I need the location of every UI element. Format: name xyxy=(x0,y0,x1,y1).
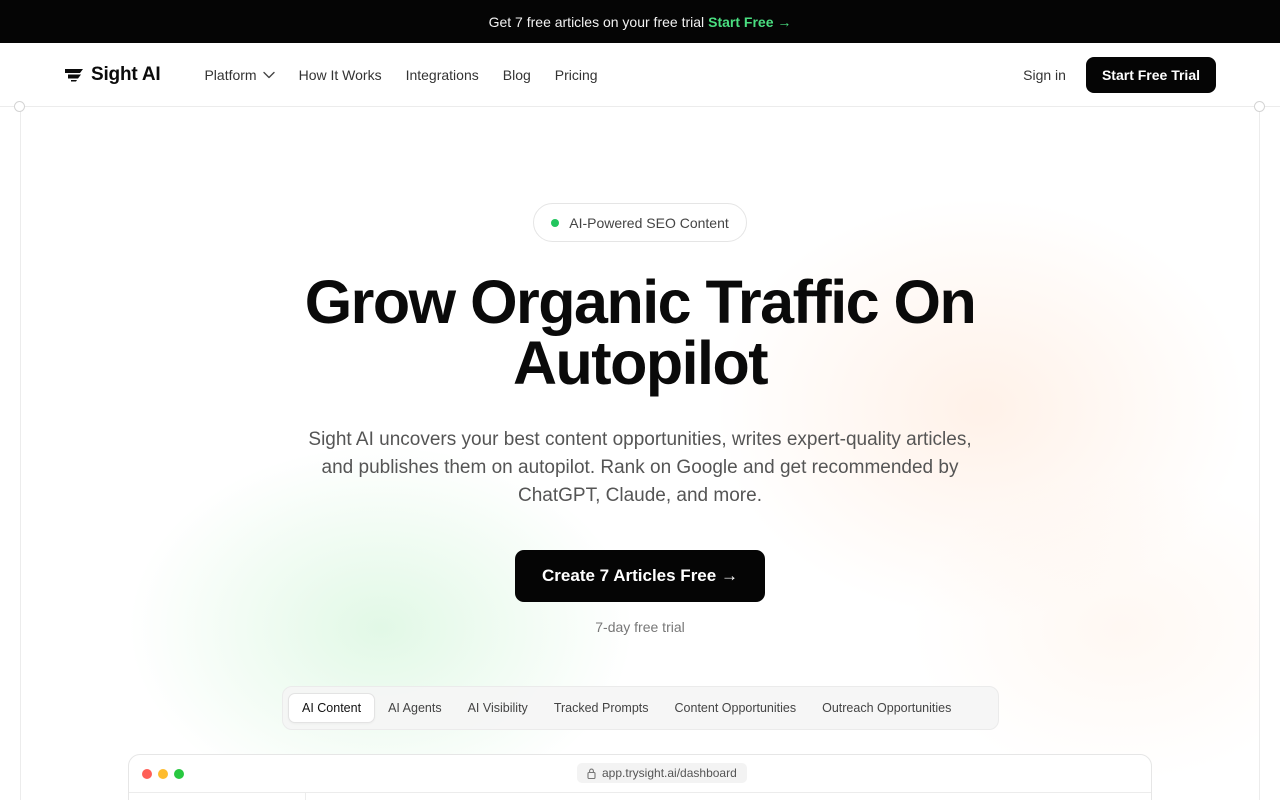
frame-line-left xyxy=(20,107,21,800)
tab-outreach-opportunities[interactable]: Outreach Opportunities xyxy=(809,693,964,723)
start-free-trial-button[interactable]: Start Free Trial xyxy=(1085,56,1216,93)
chevron-down-icon xyxy=(262,71,275,78)
hero-headline-line1: Grow Organic Traffic On xyxy=(304,268,977,336)
sidebar-divider xyxy=(305,793,306,800)
nav-link-integrations[interactable]: Integrations xyxy=(406,67,479,83)
nav-link-label: Pricing xyxy=(554,66,598,83)
brand-logo[interactable]: Sight AI xyxy=(64,63,161,86)
nav-link-label: Integrations xyxy=(405,66,479,83)
hero-badge-label: AI-Powered SEO Content xyxy=(569,214,729,231)
maximize-dot-icon xyxy=(174,768,184,779)
nav-links: Platform How It Works Integrations Blog … xyxy=(204,67,597,83)
announcement-cta-link[interactable]: Start Free → xyxy=(708,14,791,30)
nav-link-label: How It Works xyxy=(298,66,382,83)
url-text: app.trysight.ai/dashboard xyxy=(602,766,737,780)
hero-badge: AI-Powered SEO Content xyxy=(533,203,747,242)
hero-subtext: Sight AI uncovers your best content oppo… xyxy=(308,429,972,506)
window-controls xyxy=(142,768,184,779)
nav-link-blog[interactable]: Blog xyxy=(503,67,531,83)
lock-icon xyxy=(587,768,596,779)
top-nav: Sight AI Platform How It Works Integrati… xyxy=(0,43,1280,107)
nav-link-platform[interactable]: Platform xyxy=(204,66,275,83)
browser-toolbar: app.trysight.ai/dashboard xyxy=(129,755,1151,793)
dashboard-preview-window: app.trysight.ai/dashboard xyxy=(128,754,1152,800)
logo-icon xyxy=(65,68,83,81)
frame-corner-dot xyxy=(14,101,25,112)
minimize-dot-icon xyxy=(158,768,168,779)
sign-in-link[interactable]: Sign in xyxy=(1023,67,1066,83)
tab-tracked-prompts[interactable]: Tracked Prompts xyxy=(541,693,662,723)
hero-headline-line2: Autopilot xyxy=(512,329,769,397)
close-dot-icon xyxy=(142,768,152,779)
tab-content-opportunities[interactable]: Content Opportunities xyxy=(662,693,810,723)
nav-link-pricing[interactable]: Pricing xyxy=(555,67,598,83)
announcement-bar: Get 7 free articles on your free trial S… xyxy=(0,0,1280,43)
tab-ai-visibility[interactable]: AI Visibility xyxy=(455,693,541,723)
tab-ai-agents[interactable]: AI Agents xyxy=(375,693,455,723)
nav-link-how-it-works[interactable]: How It Works xyxy=(299,67,382,83)
brand-name: Sight AI xyxy=(91,63,161,85)
announcement-text: Get 7 free articles on your free trial xyxy=(488,13,705,30)
feature-tabs: AI Content AI Agents AI Visibility Track… xyxy=(282,686,999,730)
tab-ai-content[interactable]: AI Content xyxy=(288,693,376,723)
create-articles-button[interactable]: Create 7 Articles Free → xyxy=(515,550,765,602)
nav-link-label: Blog xyxy=(502,66,531,83)
frame-corner-dot xyxy=(1254,101,1265,112)
trial-note: 7-day free trial xyxy=(595,619,685,635)
nav-link-label: Platform xyxy=(204,66,257,83)
nav-actions: Sign in Start Free Trial xyxy=(1023,56,1216,93)
hero-headline: Grow Organic Traffic On Autopilot xyxy=(240,272,1040,394)
status-dot-icon xyxy=(551,218,560,227)
frame-line-right xyxy=(1259,107,1260,800)
url-bar: app.trysight.ai/dashboard xyxy=(577,763,747,783)
